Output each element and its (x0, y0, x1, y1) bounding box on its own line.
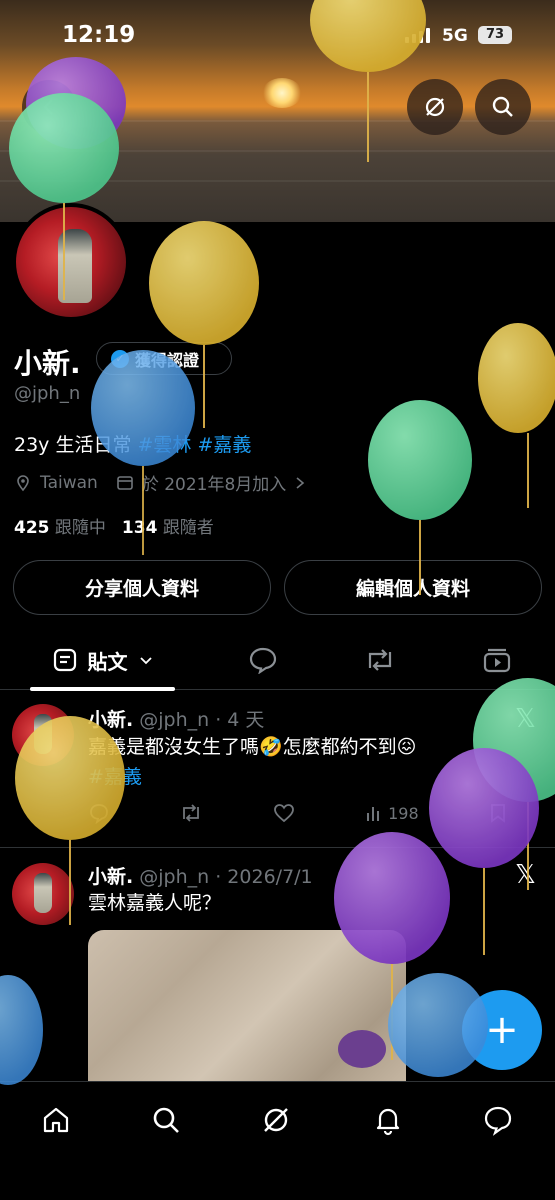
battery-icon: 73 (478, 26, 512, 44)
get-verified-button[interactable]: ✓ 獲得認證 (96, 342, 232, 375)
network-type: 5G (442, 26, 468, 46)
post-handle-time: @jph_n · 4 天 (139, 709, 265, 731)
avatar-person (34, 873, 52, 913)
followers-count: 134 (121, 518, 158, 538)
grok-icon (264, 1108, 288, 1132)
joined-text: 於 2021年8月加入 (141, 475, 287, 495)
like-heart-icon[interactable] (273, 802, 295, 824)
search-icon (492, 96, 513, 117)
back-arrow-icon (43, 99, 53, 115)
x-logo-icon: 𝕏 (515, 704, 536, 734)
views-count: 198 (388, 803, 419, 823)
post-avatar[interactable] (12, 704, 74, 766)
posts-tab-icon (53, 648, 76, 672)
post-author: 小新. (88, 709, 134, 731)
tab-posts[interactable]: 貼文 (30, 630, 175, 691)
profile-name: 小新. (14, 347, 81, 380)
post-author: 小新. (88, 866, 134, 888)
tab-media[interactable] (474, 630, 520, 690)
tab-active-indicator (30, 687, 175, 691)
grok-icon (425, 97, 445, 117)
post-handle-time: @jph_n · 2026/7/1 (139, 866, 313, 888)
post-media-image[interactable] (88, 930, 406, 1085)
post-divider (0, 847, 555, 848)
sun (262, 78, 302, 108)
banner-wave (0, 120, 555, 122)
avatar-person (34, 714, 52, 754)
location-pin-icon (17, 474, 29, 491)
profile-bio: 23y 生活日常 #雲林 #嘉義 (14, 430, 251, 457)
calendar-icon (117, 475, 133, 490)
search-button[interactable] (475, 79, 531, 135)
verify-label: 獲得認證 (135, 350, 200, 370)
compose-post-button[interactable]: + (462, 990, 542, 1070)
views-bar-icon (367, 807, 380, 821)
bell-icon (376, 1108, 400, 1136)
banner-wave (0, 150, 555, 152)
share-profile-button[interactable]: 分享個人資料 (13, 560, 271, 615)
follow-stats: 425 跟隨中 134 跟隨者 (14, 513, 214, 538)
post-actions: 198 (88, 802, 508, 824)
profile-meta: Taiwan 於 2021年8月加入 (14, 470, 306, 495)
post-header: 小新. @jph_n · 2026/7/1 (88, 862, 313, 889)
balloon-yellow (149, 221, 259, 428)
edit-profile-button[interactable]: 編輯個人資料 (284, 560, 542, 615)
bookmark-icon[interactable] (488, 802, 508, 824)
bio-text: 23y 生活日常 (14, 434, 138, 456)
post-text: 嘉義是都沒女生了嗎🤣怎麼都約不到😖 (88, 736, 417, 758)
nav-notifications[interactable] (368, 1100, 408, 1140)
verified-badge-icon: ✓ (111, 349, 129, 368)
chevron-down-icon (139, 657, 152, 665)
chevron-right-icon[interactable] (294, 476, 306, 490)
profile-handle: @jph_n (14, 383, 81, 404)
media-shoe (338, 1030, 386, 1068)
status-time: 12:19 (62, 22, 136, 48)
views-stat[interactable]: 198 (364, 803, 419, 823)
nav-home[interactable] (36, 1100, 76, 1140)
avatar-person (58, 229, 92, 303)
nav-messages[interactable] (478, 1100, 518, 1140)
profile-avatar[interactable] (12, 203, 130, 321)
chat-bubble-icon (484, 1106, 512, 1136)
following-count: 425 (14, 518, 50, 538)
location-text: Taiwan (40, 472, 98, 493)
balloon-yellow (478, 323, 555, 508)
following-label: 跟隨中 (54, 518, 106, 538)
status-bar: 12:19 5G 73 (0, 18, 555, 58)
post-hashtag[interactable]: #嘉義 (88, 766, 142, 788)
tab-replies[interactable] (240, 630, 286, 690)
nav-search[interactable] (146, 1100, 186, 1140)
back-button[interactable] (22, 80, 76, 134)
tab-reposts[interactable] (357, 630, 403, 690)
x-logo-icon: 𝕏 (515, 860, 536, 890)
balloon-blue (0, 975, 43, 1085)
reply-icon[interactable] (88, 802, 110, 824)
home-icon (43, 1107, 69, 1133)
media-play-icon (483, 648, 511, 673)
profile-tabs: 貼文 (0, 630, 555, 691)
nav-grok[interactable] (256, 1100, 296, 1140)
following-link[interactable]: 425 跟隨中 (14, 513, 106, 538)
post-avatar[interactable] (12, 863, 74, 925)
grok-button[interactable] (407, 79, 463, 135)
tab-posts-label: 貼文 (87, 649, 128, 674)
bio-tag-yunlin[interactable]: #雲林 (138, 434, 192, 456)
followers-label: 跟隨者 (162, 518, 214, 538)
repost-icon[interactable] (179, 802, 203, 824)
banner-wave (0, 180, 555, 182)
repost-icon (368, 649, 392, 671)
signal-icon (405, 28, 430, 43)
reply-bubble-icon (249, 647, 277, 674)
post-text: 雲林嘉義人呢？ (88, 892, 222, 914)
post-body: 嘉義是都沒女生了嗎🤣怎麼都約不到😖 #嘉義 (88, 732, 488, 792)
bottom-nav (0, 1081, 555, 1200)
followers-link[interactable]: 134 跟隨者 (122, 513, 214, 538)
post-header: 小新. @jph_n · 4 天 (88, 705, 264, 732)
search-icon (153, 1107, 179, 1133)
bio-tag-chiayi[interactable]: #嘉義 (197, 434, 251, 456)
